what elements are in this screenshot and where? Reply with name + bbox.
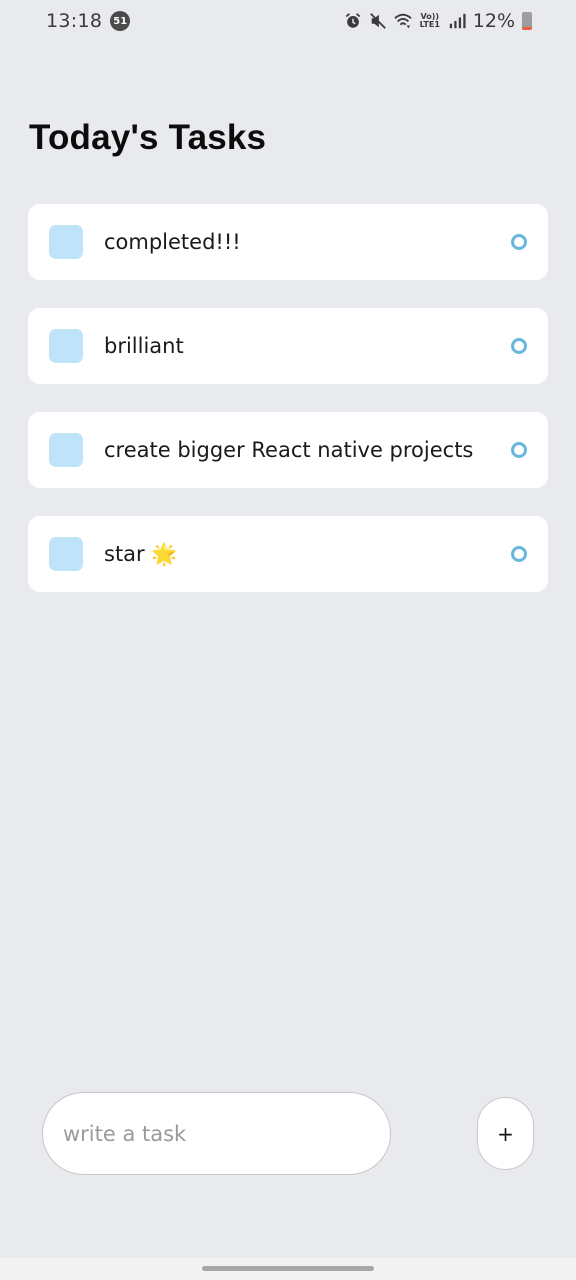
task-input[interactable]	[42, 1092, 391, 1175]
task-item[interactable]: create bigger React native projects	[28, 412, 548, 488]
status-time: 13:18	[46, 10, 103, 32]
task-item[interactable]: completed!!!	[28, 204, 548, 280]
task-circle-icon	[511, 234, 527, 250]
task-square-icon	[49, 225, 83, 259]
task-list: completed!!! brilliant create bigger Rea…	[28, 204, 548, 620]
task-text: brilliant	[104, 334, 184, 358]
app-screen: 13:18 51 Vo)) LTE1 12% Today's Tasks com…	[0, 0, 576, 1280]
notification-count-badge: 51	[110, 11, 131, 31]
navigation-bar	[0, 1258, 576, 1280]
task-text: completed!!!	[104, 230, 241, 254]
task-square-icon	[49, 537, 83, 571]
task-circle-icon	[511, 546, 527, 562]
task-text: star 🌟	[104, 541, 178, 566]
home-indicator[interactable]	[202, 1266, 374, 1271]
status-bar: 13:18 51 Vo)) LTE1 12%	[0, 0, 576, 42]
task-item[interactable]: star 🌟	[28, 516, 548, 592]
battery-icon	[522, 12, 532, 30]
task-square-icon	[49, 433, 83, 467]
task-square-icon	[49, 329, 83, 363]
battery-percent: 12%	[472, 10, 515, 32]
add-task-button[interactable]: +	[477, 1097, 534, 1170]
status-right: Vo)) LTE1 12%	[344, 10, 532, 32]
page-title: Today's Tasks	[29, 118, 267, 157]
wifi-icon	[394, 13, 412, 29]
signal-icon	[449, 13, 466, 29]
volte-lte-label: Vo)) LTE1	[419, 12, 440, 29]
alarm-icon	[345, 13, 361, 28]
task-circle-icon	[511, 338, 527, 354]
status-left: 13:18 51	[46, 10, 131, 32]
task-text: create bigger React native projects	[104, 438, 474, 462]
mute-icon	[369, 13, 386, 29]
task-circle-icon	[511, 442, 527, 458]
task-item[interactable]: brilliant	[28, 308, 548, 384]
